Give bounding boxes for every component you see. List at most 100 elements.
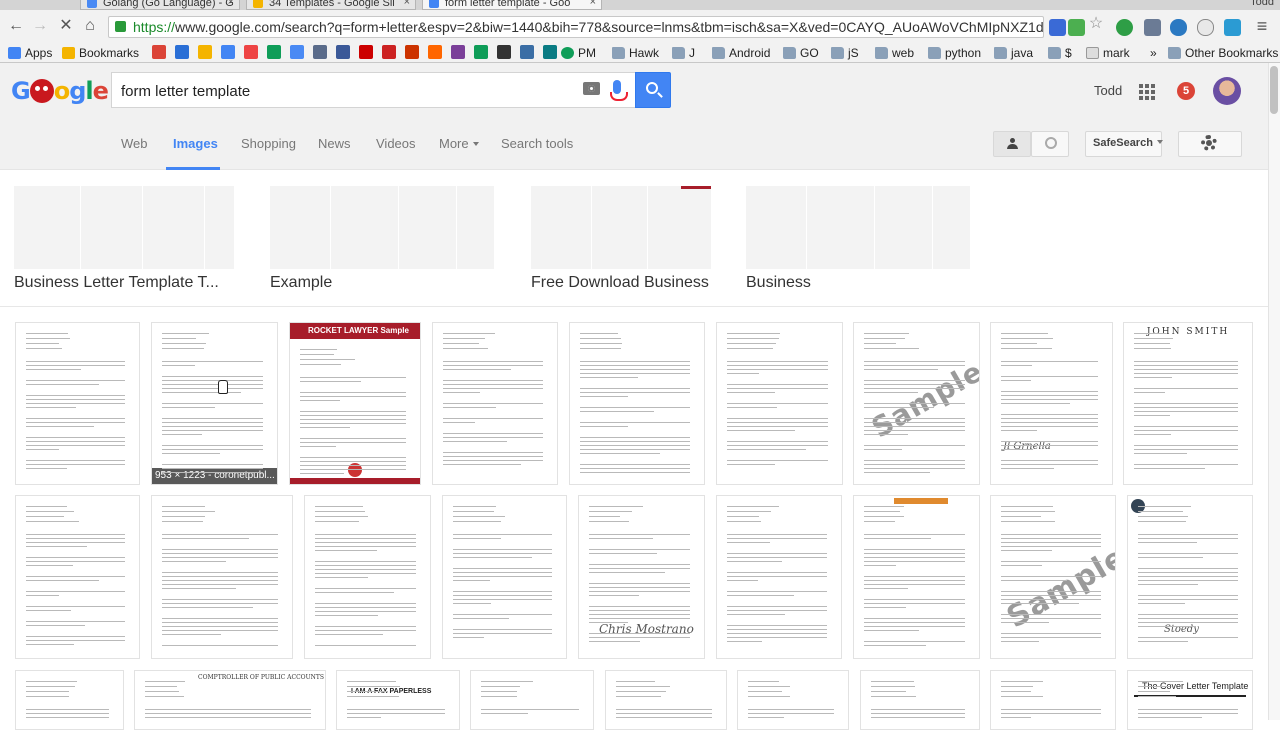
image-result-sample-2[interactable]: Sample (990, 495, 1116, 659)
hangouts-icon[interactable] (1116, 19, 1133, 36)
bookmark-favicon-icon[interactable] (428, 45, 442, 59)
avatar[interactable] (1213, 77, 1241, 105)
image-result-rocketlawyer[interactable]: ROCKET LAWYER Sample (289, 322, 421, 485)
image-result[interactable] (432, 322, 558, 485)
browser-tab-golang[interactable]: Golang (Go Language) - G × (80, 0, 240, 10)
bookmark-star-icon[interactable]: ☆ (1086, 14, 1106, 34)
bookmarks-overflow-button[interactable]: » (1150, 45, 1157, 61)
bookmark-folder-android[interactable]: Android (712, 45, 770, 61)
cloud-icon[interactable] (1170, 19, 1187, 36)
bookmark-favicon-icon[interactable] (474, 45, 488, 59)
google-logo[interactable]: Gogle (11, 77, 109, 105)
image-result[interactable] (569, 322, 705, 485)
related-search-example[interactable]: Example (270, 186, 494, 291)
bookmark-favicon-icon[interactable] (451, 45, 465, 59)
bookmark-folder-go[interactable]: GO (783, 45, 819, 61)
image-result[interactable] (737, 670, 849, 730)
bookmark-favicon-icon[interactable] (244, 45, 258, 59)
close-tab-icon[interactable]: × (228, 0, 234, 8)
image-result[interactable] (990, 670, 1116, 730)
image-result-hovered[interactable]: 953 × 1223 - coronetpubl... (151, 322, 278, 485)
notifications-badge[interactable]: 5 (1177, 82, 1195, 100)
image-result[interactable] (470, 670, 594, 730)
image-result[interactable] (605, 670, 727, 730)
image-result[interactable] (442, 495, 567, 659)
bookmark-favicon-icon[interactable] (497, 45, 511, 59)
image-result[interactable]: Jl Grnella (990, 322, 1113, 485)
bookmark-mark[interactable]: mark (1086, 45, 1130, 61)
image-result[interactable] (853, 495, 980, 659)
bookmark-favicon-icon[interactable] (267, 45, 281, 59)
extension-icon[interactable] (1068, 19, 1085, 36)
forward-arrow-icon[interactable]: → (30, 16, 50, 36)
bookmark-favicon-icon[interactable] (221, 45, 235, 59)
page-scrollbar[interactable] (1268, 63, 1280, 720)
image-result-sample[interactable]: Sample (853, 322, 980, 485)
related-search-business-letter[interactable]: Business Letter Template T... (14, 186, 234, 291)
bookmark-other-bookmarks[interactable]: Other Bookmarks (1168, 45, 1278, 61)
close-tab-icon[interactable]: × (590, 0, 596, 8)
bookmark-folder-hawk[interactable]: Hawk (612, 45, 659, 61)
bookmark-folder-web[interactable]: web (875, 45, 914, 61)
stop-loading-icon[interactable]: ✕ (56, 16, 76, 36)
profile-name[interactable]: Todd (1250, 0, 1274, 8)
apps-grid-icon[interactable] (1139, 84, 1155, 100)
bookmark-folder-j[interactable]: J (672, 45, 695, 61)
image-result[interactable] (860, 670, 980, 730)
image-result-john-smith[interactable]: JOHN SMITH (1123, 322, 1253, 485)
browser-tab-templates[interactable]: 34 Templates - Google Sli × (246, 0, 416, 10)
image-result[interactable] (15, 495, 140, 659)
bookmark-favicon-icon[interactable] (520, 45, 534, 59)
bookmark-favicon-icon[interactable] (359, 45, 373, 59)
image-result[interactable] (716, 495, 842, 659)
menu-icon[interactable]: ≡ (1252, 16, 1272, 36)
scrollbar-thumb[interactable] (1270, 66, 1278, 114)
bookmark-pm[interactable]: PM (561, 45, 596, 61)
image-result[interactable]: Stoedy (1127, 495, 1253, 659)
bookmark-folder-dollar[interactable]: $ (1048, 45, 1072, 61)
search-button[interactable] (635, 72, 671, 108)
bookmark-apps[interactable]: Apps (8, 45, 52, 61)
image-result-signed[interactable]: Chris Mostrano (578, 495, 705, 659)
tab-web[interactable]: Web (121, 136, 148, 151)
image-result-cover-letter[interactable]: The Cover Letter Template (1127, 670, 1253, 730)
image-result[interactable] (304, 495, 431, 659)
extension-icon[interactable] (1144, 19, 1161, 36)
back-arrow-icon[interactable]: ← (6, 16, 26, 36)
related-search-free-download[interactable]: Free Download Business (531, 186, 711, 291)
tab-videos[interactable]: Videos (376, 136, 416, 151)
bookmark-favicon-icon[interactable] (313, 45, 327, 59)
bookmark-favicon-icon[interactable] (152, 45, 166, 59)
tab-more[interactable]: More (439, 136, 479, 151)
tab-shopping[interactable]: Shopping (241, 136, 296, 151)
extension-icon[interactable] (1049, 19, 1066, 36)
bookmark-folder-python[interactable]: python (928, 45, 981, 61)
cloud-outline-icon[interactable] (1197, 19, 1214, 36)
tab-news[interactable]: News (318, 136, 351, 151)
browser-tab-active[interactable]: form letter template - Goo × (422, 0, 602, 10)
bookmark-folder-js[interactable]: jS (831, 45, 859, 61)
microphone-icon[interactable] (610, 80, 628, 101)
bookmark-favicon-icon[interactable] (405, 45, 419, 59)
search-input[interactable] (121, 81, 561, 101)
search-box[interactable] (111, 72, 635, 108)
account-name[interactable]: Todd (1094, 83, 1122, 98)
bookmark-bookmarks[interactable]: Bookmarks (62, 45, 139, 61)
bookmark-favicon-icon[interactable] (175, 45, 189, 59)
image-result[interactable] (15, 322, 140, 485)
image-result[interactable] (15, 670, 124, 730)
bookmark-favicon-icon[interactable] (543, 45, 557, 59)
bookmark-folder-java[interactable]: java (994, 45, 1033, 61)
image-result-comptroller[interactable]: COMPTROLLER OF PUBLIC ACCOUNTS (134, 670, 326, 730)
jetbrains-icon[interactable] (1224, 19, 1241, 36)
address-bar[interactable]: https://www.google.com/search?q=form+let… (108, 16, 1044, 38)
tab-search-tools[interactable]: Search tools (501, 136, 573, 151)
image-result[interactable] (151, 495, 293, 659)
bookmark-favicon-icon[interactable] (382, 45, 396, 59)
bookmark-favicon-icon[interactable] (336, 45, 350, 59)
home-icon[interactable]: ⌂ (80, 16, 100, 36)
bookmark-favicon-icon[interactable] (290, 45, 304, 59)
related-search-business[interactable]: Business (746, 186, 970, 291)
bookmark-favicon-icon[interactable] (198, 45, 212, 59)
image-result[interactable] (716, 322, 843, 485)
